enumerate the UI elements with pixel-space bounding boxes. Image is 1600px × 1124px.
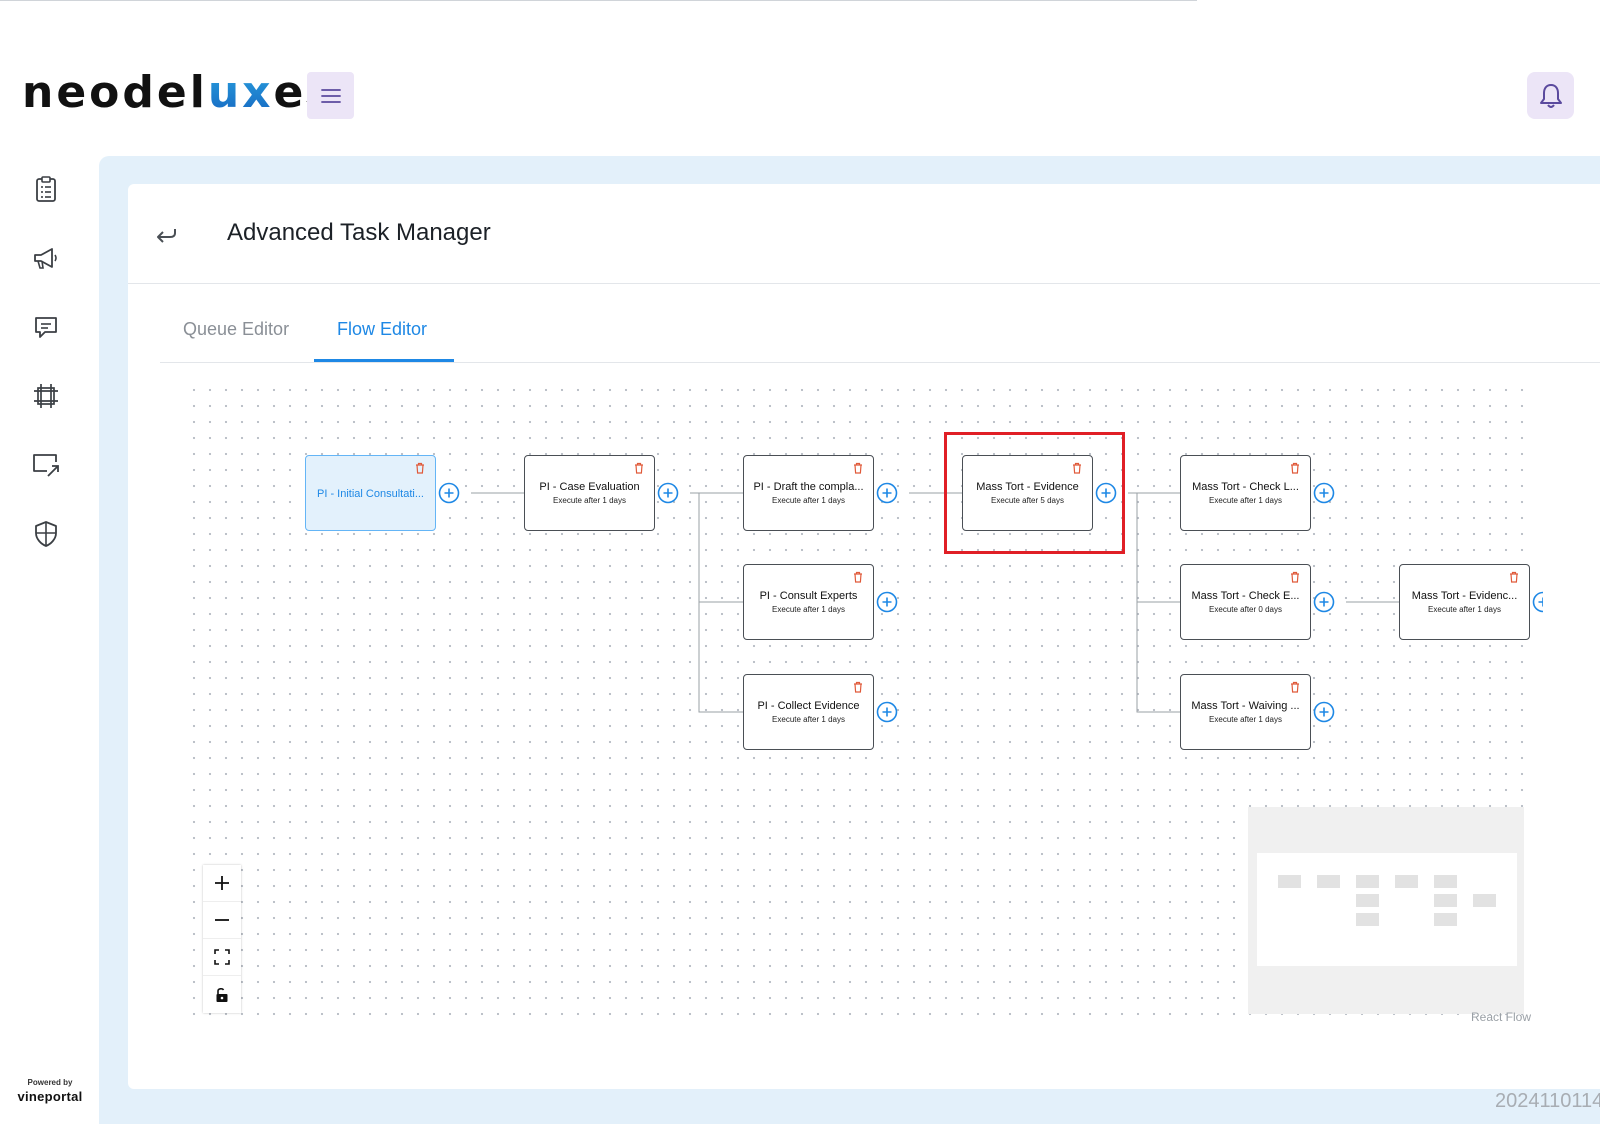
add-node-icon[interactable] xyxy=(1313,701,1335,723)
hamburger-icon xyxy=(320,88,341,103)
notifications-button[interactable] xyxy=(1527,72,1574,119)
node-delay: Execute after 1 days xyxy=(1209,496,1282,505)
flow-node[interactable]: PI - Consult Experts Execute after 1 day… xyxy=(743,564,874,640)
node-title: PI - Initial Consultati... xyxy=(317,488,424,500)
flow-node[interactable]: PI - Initial Consultati... xyxy=(305,455,436,531)
trash-icon[interactable] xyxy=(634,462,644,474)
bell-icon xyxy=(1539,83,1562,108)
sidebar-item-integrations[interactable] xyxy=(30,380,62,412)
menu-toggle-button[interactable] xyxy=(307,72,354,119)
zoom-out-icon xyxy=(215,919,229,921)
flow-node[interactable]: PI - Case Evaluation Execute after 1 day… xyxy=(524,455,655,531)
minimap-node xyxy=(1356,875,1379,888)
minimap-node xyxy=(1278,875,1301,888)
back-arrow-icon[interactable] xyxy=(153,221,181,249)
node-title: Mass Tort - Evidence xyxy=(976,481,1079,493)
flow-node[interactable]: Mass Tort - Check L... Execute after 1 d… xyxy=(1180,455,1311,531)
trash-icon[interactable] xyxy=(415,462,425,474)
lock-icon xyxy=(216,987,228,1002)
top-divider xyxy=(0,0,1197,1)
tab-flow-editor[interactable]: Flow Editor xyxy=(337,318,427,340)
grid-icon xyxy=(34,384,58,408)
page-title: Advanced Task Manager xyxy=(227,219,491,246)
lock-button[interactable] xyxy=(203,976,241,1013)
sidebar-item-export[interactable] xyxy=(30,449,62,481)
node-title: PI - Draft the compla... xyxy=(753,481,864,493)
trash-icon[interactable] xyxy=(1290,462,1300,474)
react-flow-attribution[interactable]: React Flow xyxy=(1471,1010,1531,1024)
trash-icon[interactable] xyxy=(1290,681,1300,693)
minimap-node xyxy=(1395,875,1418,888)
trash-icon[interactable] xyxy=(853,571,863,583)
minimap-node xyxy=(1356,894,1379,907)
sidebar-item-campaigns[interactable] xyxy=(30,242,62,274)
minimap-node xyxy=(1356,913,1379,926)
node-delay: Execute after 5 days xyxy=(991,496,1064,505)
add-node-icon[interactable] xyxy=(876,701,898,723)
node-title: PI - Case Evaluation xyxy=(539,481,640,493)
trash-icon[interactable] xyxy=(1072,462,1082,474)
add-node-icon[interactable] xyxy=(1313,591,1335,613)
add-node-icon[interactable] xyxy=(438,482,460,504)
minimap-node xyxy=(1317,875,1340,888)
build-stamp: 2024110114 xyxy=(1495,1090,1600,1112)
flow-node[interactable]: PI - Draft the compla... Execute after 1… xyxy=(743,455,874,531)
vineportal-logo: vineportal xyxy=(17,1089,83,1104)
node-delay: Execute after 1 days xyxy=(772,715,845,724)
neodeluxe-logo[interactable]: neodeluxeTM xyxy=(22,68,318,130)
flow-controls xyxy=(203,865,241,1013)
node-delay: Execute after 1 days xyxy=(772,496,845,505)
add-node-icon[interactable] xyxy=(1313,482,1335,504)
add-node-icon[interactable] xyxy=(1095,482,1117,504)
node-title: Mass Tort - Evidenc... xyxy=(1411,590,1518,602)
node-title: Mass Tort - Check L... xyxy=(1192,481,1299,493)
add-node-icon[interactable] xyxy=(876,591,898,613)
zoom-out-button[interactable] xyxy=(203,902,241,939)
shield-icon xyxy=(35,521,57,547)
powered-by-footer: Powered by vineportal xyxy=(12,1078,88,1104)
node-delay: Execute after 1 days xyxy=(1428,605,1501,614)
flow-node[interactable]: Mass Tort - Evidence Execute after 5 day… xyxy=(962,455,1093,531)
zoom-in-button[interactable] xyxy=(203,865,241,902)
fit-view-icon xyxy=(214,949,230,965)
minimap-node xyxy=(1434,894,1457,907)
trash-icon[interactable] xyxy=(1290,571,1300,583)
node-delay: Execute after 1 days xyxy=(1209,715,1282,724)
flow-node[interactable]: Mass Tort - Check E... Execute after 0 d… xyxy=(1180,564,1311,640)
flow-node[interactable]: Mass Tort - Evidenc... Execute after 1 d… xyxy=(1399,564,1530,640)
sidebar-item-tasks[interactable] xyxy=(30,173,62,205)
minimap-viewport xyxy=(1257,853,1517,966)
node-title: Mass Tort - Check E... xyxy=(1191,590,1300,602)
zoom-in-icon xyxy=(215,876,229,890)
megaphone-icon xyxy=(34,248,57,269)
node-title: PI - Consult Experts xyxy=(759,590,858,602)
minimap-node xyxy=(1434,913,1457,926)
tabs-divider xyxy=(160,362,1600,363)
node-delay: Execute after 1 days xyxy=(553,496,626,505)
add-node-icon[interactable] xyxy=(657,482,679,504)
chat-icon xyxy=(35,317,57,338)
node-delay: Execute after 0 days xyxy=(1209,605,1282,614)
trash-icon[interactable] xyxy=(853,681,863,693)
sidebar-item-messages[interactable] xyxy=(30,311,62,343)
trash-icon[interactable] xyxy=(853,462,863,474)
tab-queue-editor[interactable]: Queue Editor xyxy=(183,318,289,340)
share-screen-icon xyxy=(33,454,59,477)
flow-node[interactable]: PI - Collect Evidence Execute after 1 da… xyxy=(743,674,874,750)
node-delay: Execute after 1 days xyxy=(772,605,845,614)
header-divider xyxy=(128,283,1600,284)
minimap-node xyxy=(1473,894,1496,907)
trash-icon[interactable] xyxy=(1509,571,1519,583)
fit-view-button[interactable] xyxy=(203,939,241,976)
node-title: PI - Collect Evidence xyxy=(757,700,860,712)
flow-minimap[interactable] xyxy=(1248,807,1524,1014)
node-title: Mass Tort - Waiving ... xyxy=(1191,700,1300,712)
flow-node[interactable]: Mass Tort - Waiving ... Execute after 1 … xyxy=(1180,674,1311,750)
powered-by-label: Powered by xyxy=(27,1078,73,1087)
minimap-node xyxy=(1434,875,1457,888)
sidebar-item-security[interactable] xyxy=(30,518,62,550)
clipboard-icon xyxy=(36,176,56,202)
add-node-icon[interactable] xyxy=(876,482,898,504)
